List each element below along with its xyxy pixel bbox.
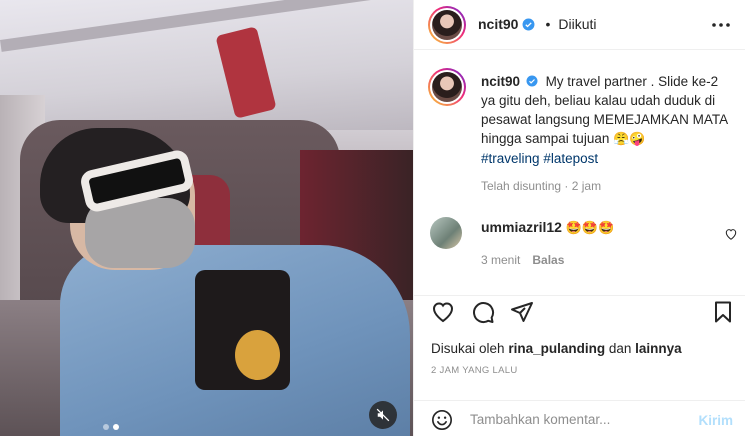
comment-time: 3 menit xyxy=(481,253,521,267)
post-actions xyxy=(414,296,745,328)
verified-badge-icon xyxy=(526,75,538,87)
likes-prefix: Disukai oleh xyxy=(431,341,505,356)
caption-username[interactable]: ncit90 xyxy=(481,74,520,89)
comment-icon[interactable] xyxy=(471,300,495,324)
comment-item: ummiazril12 🤩🤩🤩 3 menit Balas xyxy=(428,217,738,277)
verified-badge-icon xyxy=(523,18,535,30)
comment-input[interactable] xyxy=(470,407,680,431)
comment-text: 🤩🤩🤩 xyxy=(565,221,615,236)
caption: ncit90 My travel partner . Slide ke-2 ya… xyxy=(481,72,729,168)
more-options-button[interactable] xyxy=(710,14,732,36)
speaker-muted-icon xyxy=(376,408,390,422)
likes-conjunction: dan xyxy=(608,341,632,356)
caption-meta: Telah disunting · 2 jam xyxy=(481,179,602,193)
carousel-dot[interactable] xyxy=(103,424,109,430)
bookmark-icon[interactable] xyxy=(711,300,735,324)
author-avatar[interactable] xyxy=(428,6,466,44)
likes-summary: Disukai oleh rina_pulanding dan lainnya xyxy=(431,341,682,356)
commenter-username[interactable]: ummiazril12 xyxy=(481,219,562,235)
post-timestamp[interactable]: 2 JAM YANG LALU xyxy=(431,365,518,376)
post-comment-button[interactable]: Kirim xyxy=(698,413,733,428)
emoji-smiley-icon[interactable] xyxy=(431,409,453,431)
share-icon[interactable] xyxy=(510,300,534,324)
post-header: ncit90 • Diikuti xyxy=(414,0,745,50)
author-username[interactable]: ncit90 xyxy=(478,16,518,32)
comments-section: ncit90 My travel partner . Slide ke-2 ya… xyxy=(414,50,745,296)
reply-button[interactable]: Balas xyxy=(532,253,564,267)
hashtag-link[interactable]: #latepost xyxy=(543,151,598,166)
follow-status-button[interactable]: Diikuti xyxy=(558,16,596,32)
add-comment-bar: Kirim xyxy=(414,400,745,436)
shirt-print xyxy=(235,330,280,380)
caption-emojis: 😤🤪 xyxy=(613,132,646,147)
comment-like-heart-icon[interactable] xyxy=(724,227,738,241)
more-horizontal-icon xyxy=(712,23,730,27)
likes-others-link[interactable]: lainnya xyxy=(635,341,682,356)
mute-toggle-button[interactable] xyxy=(369,401,397,429)
carousel-dot-active[interactable] xyxy=(113,424,119,430)
commenter-avatar[interactable] xyxy=(430,217,462,249)
hashtag-link[interactable]: #traveling xyxy=(481,151,540,166)
carousel-indicator xyxy=(103,424,119,430)
post-detail-panel: ncit90 • Diikuti ncit90 My travel partne… xyxy=(413,0,745,436)
liker-username[interactable]: rina_pulanding xyxy=(508,341,605,356)
heart-icon[interactable] xyxy=(431,300,455,324)
post-media[interactable] xyxy=(0,0,413,436)
caption-author-avatar[interactable] xyxy=(428,68,466,106)
separator-dot: • xyxy=(545,16,551,32)
